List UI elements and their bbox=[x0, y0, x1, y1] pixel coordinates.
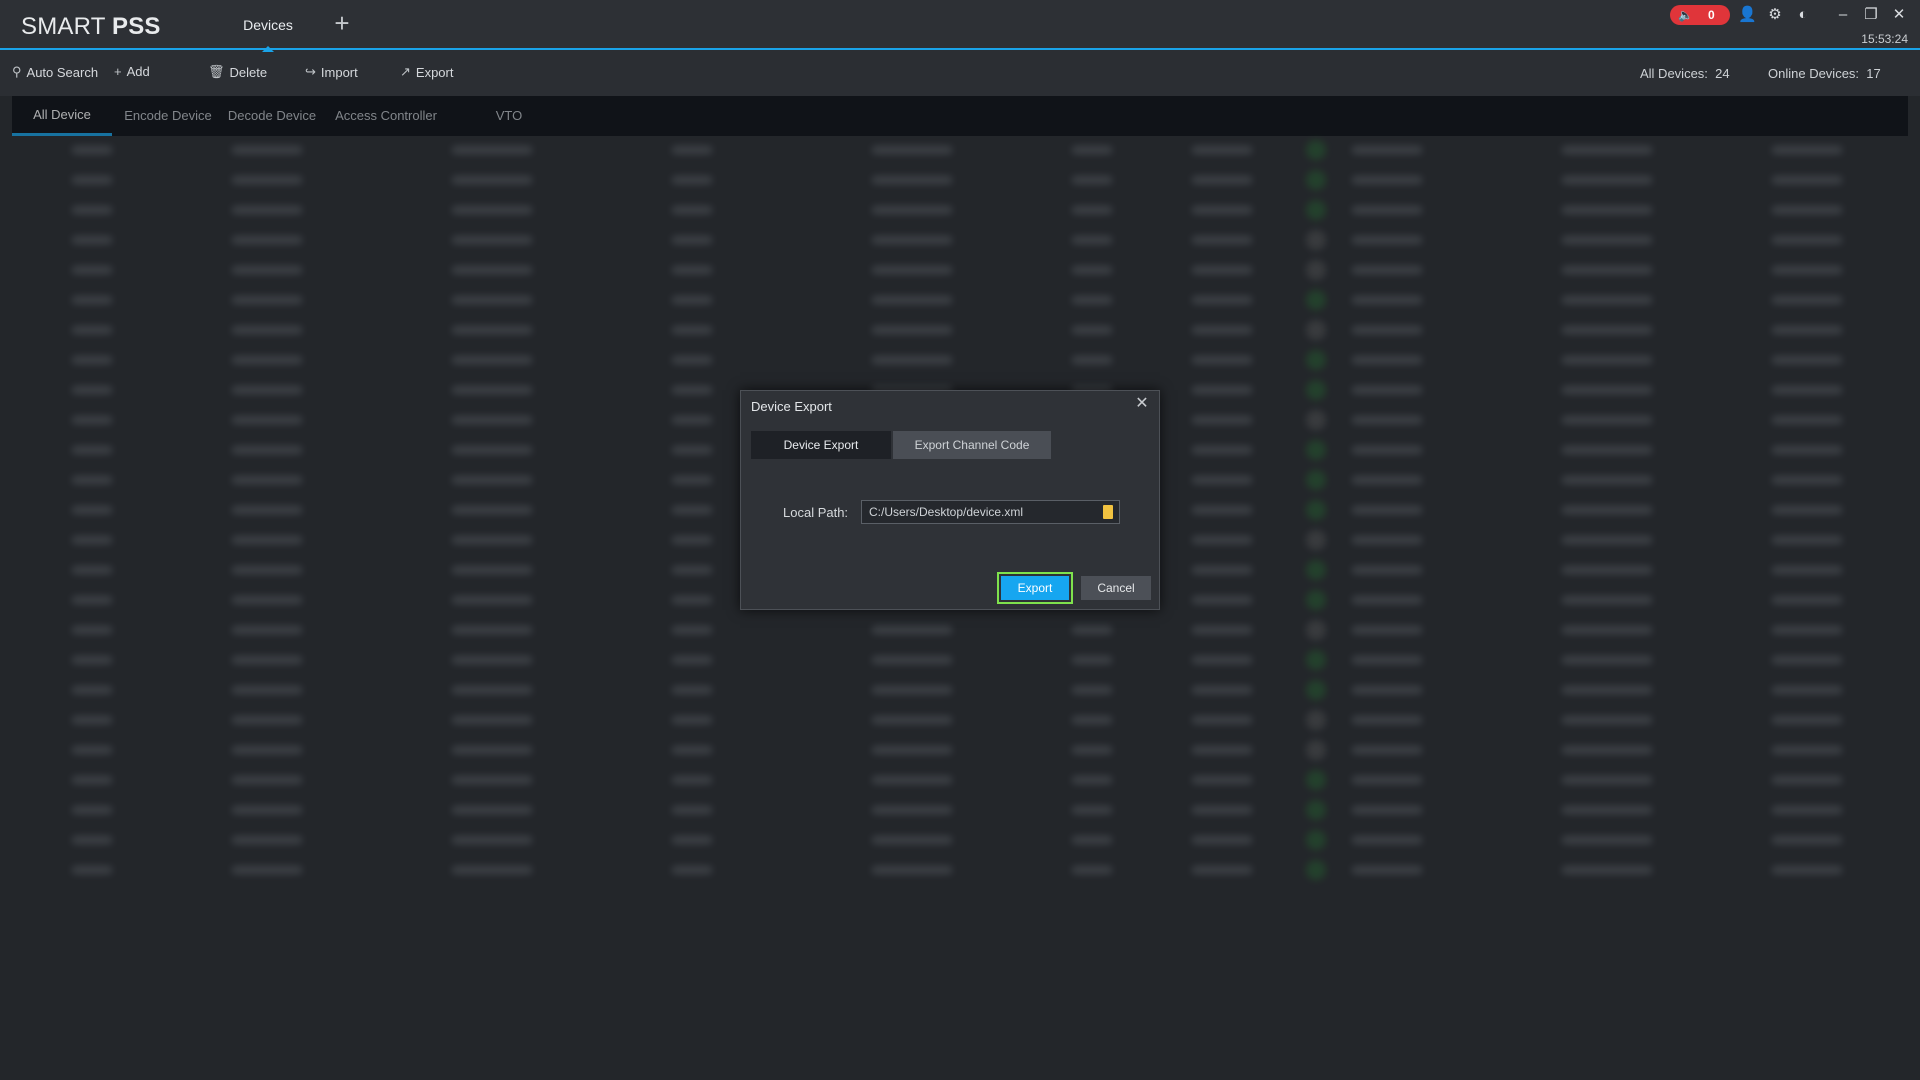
add-label: Add bbox=[126, 64, 150, 79]
toolbar: ⚲ Auto Search + Add 🗑 Delete ↪ Import ↗ … bbox=[0, 52, 1920, 96]
tab-export-channel-code[interactable]: Export Channel Code bbox=[893, 431, 1051, 459]
plus-icon: + bbox=[114, 64, 122, 79]
clock: 15:53:24 bbox=[1861, 32, 1908, 46]
cancel-button[interactable]: Cancel bbox=[1081, 576, 1151, 600]
alarm-badge[interactable]: 🔈 0 bbox=[1670, 5, 1730, 25]
search-icon: ⚲ bbox=[12, 64, 22, 79]
title-bar: SMART PSS Devices + 🔈 0 👤 ⚙ ◐ – ❐ ✕ 15:5… bbox=[0, 0, 1920, 52]
online-devices-stat: Online Devices: 17 bbox=[1768, 66, 1881, 81]
export-confirm-label: Export bbox=[1001, 576, 1069, 600]
tab-device-export[interactable]: Device Export bbox=[751, 431, 891, 459]
device-export-dialog: Device Export ✕ Device Export Export Cha… bbox=[740, 390, 1160, 610]
delete-label: Delete bbox=[229, 64, 268, 80]
all-devices-stat: All Devices: 24 bbox=[1640, 66, 1730, 81]
add-tab-button[interactable]: + bbox=[328, 10, 356, 38]
app-logo: SMART PSS bbox=[21, 13, 161, 40]
export-button[interactable]: ↗ Export bbox=[400, 64, 453, 80]
import-icon: ↪ bbox=[305, 64, 316, 79]
local-path-value: C:/Users/Desktop/device.xml bbox=[869, 505, 1024, 519]
user-icon[interactable]: 👤 bbox=[1738, 6, 1757, 24]
trash-icon: 🗑 bbox=[208, 64, 225, 79]
gauge-icon[interactable]: ◐ bbox=[1794, 6, 1812, 24]
close-icon[interactable]: ✕ bbox=[1133, 395, 1151, 413]
local-path-label: Local Path: bbox=[783, 505, 849, 520]
speaker-icon: 🔈 bbox=[1678, 8, 1693, 22]
minimize-icon[interactable]: – bbox=[1834, 6, 1852, 24]
auto-search-button[interactable]: ⚲ Auto Search bbox=[12, 64, 98, 80]
local-path-field[interactable]: C:/Users/Desktop/device.xml bbox=[861, 500, 1120, 524]
import-label: Import bbox=[320, 64, 358, 80]
close-icon[interactable]: ✕ bbox=[1890, 6, 1908, 24]
gear-icon[interactable]: ⚙ bbox=[1766, 6, 1784, 24]
tab-devices[interactable]: Devices bbox=[226, 0, 310, 52]
dialog-title: Device Export bbox=[751, 399, 832, 414]
export-confirm-button[interactable]: Export bbox=[997, 572, 1073, 604]
add-button[interactable]: + Add bbox=[114, 64, 150, 79]
folder-icon[interactable] bbox=[1103, 505, 1113, 519]
import-button[interactable]: ↪ Import bbox=[305, 64, 358, 80]
export-label: Export bbox=[415, 64, 454, 80]
export-icon: ↗ bbox=[400, 64, 411, 79]
restore-icon[interactable]: ❐ bbox=[1862, 6, 1880, 24]
auto-search-label: Auto Search bbox=[26, 64, 99, 80]
alarm-count: 0 bbox=[1708, 8, 1715, 22]
delete-button[interactable]: 🗑 Delete bbox=[208, 64, 267, 80]
